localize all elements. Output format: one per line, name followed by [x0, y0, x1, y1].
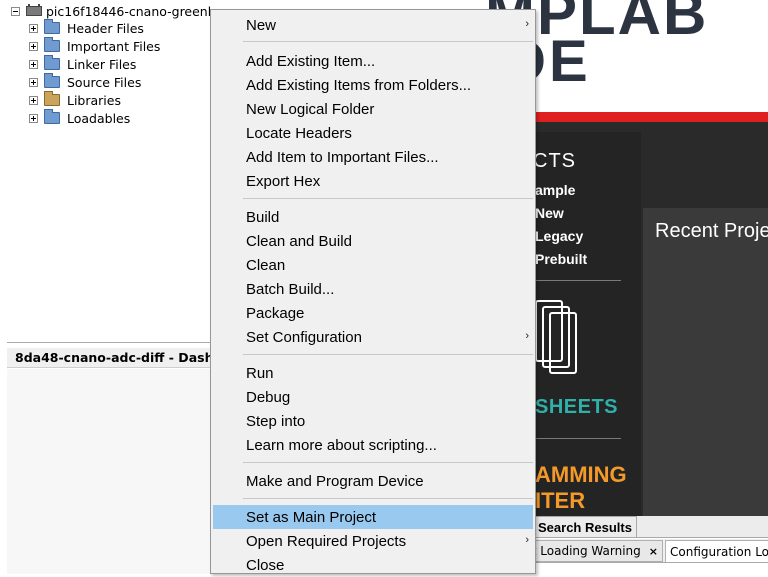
tab-strip	[637, 516, 768, 538]
side-divider	[535, 438, 621, 439]
menu-item-label: Locate Headers	[246, 124, 352, 142]
tree-item-header-files[interactable]: Header Files	[29, 19, 144, 37]
output-tab-strip: Project Loading Warning × Configuration …	[423, 539, 768, 563]
library-folder-icon	[44, 91, 60, 106]
menu-item-label: Close	[246, 556, 285, 574]
datasheets-icon	[535, 300, 579, 380]
tab-label: Configuration Loading	[670, 544, 768, 559]
menu-item-debug[interactable]: Debug	[213, 385, 533, 409]
tree-item-label: Linker Files	[67, 56, 137, 72]
expand-icon[interactable]	[29, 59, 38, 69]
menu-item-label: Step into	[246, 412, 306, 430]
folder-icon	[44, 37, 60, 52]
menu-item-new-logical-folder[interactable]: New Logical Folder	[213, 97, 533, 121]
link-legacy[interactable]: Legacy	[535, 228, 583, 244]
tree-item-libraries[interactable]: Libraries	[29, 91, 121, 109]
submenu-arrow-icon: ›	[525, 330, 529, 342]
project-context-menu: New › Add Existing Item... Add Existing …	[210, 9, 536, 574]
recent-projects-title: Recent Projects	[655, 220, 768, 242]
link-new[interactable]: New	[535, 205, 564, 221]
menu-item-locate-headers[interactable]: Locate Headers	[213, 121, 533, 145]
side-divider	[535, 280, 621, 281]
project-chip-icon	[26, 4, 42, 16]
menu-item-batch-build[interactable]: Batch Build...	[213, 277, 533, 301]
menu-item-new[interactable]: New ›	[213, 13, 533, 37]
folder-icon	[44, 19, 60, 34]
menu-item-package[interactable]: Package	[213, 301, 533, 325]
menu-item-label: Package	[246, 304, 305, 322]
menu-item-step-into[interactable]: Step into	[213, 409, 533, 433]
tree-item-label: Loadables	[67, 110, 131, 126]
menu-item-set-as-main-project[interactable]: Set as Main Project	[213, 505, 533, 529]
expand-icon[interactable]	[29, 41, 38, 51]
menu-item-add-item-to-important-files[interactable]: Add Item to Important Files...	[213, 145, 533, 169]
link-sample[interactable]: ample	[535, 182, 575, 198]
menu-item-label: Export Hex	[246, 172, 321, 190]
programming-center-line2[interactable]: ITER	[535, 488, 585, 514]
menu-item-label: Add Existing Items from Folders...	[246, 76, 472, 94]
menu-item-export-hex[interactable]: Export Hex	[213, 169, 533, 193]
tree-item-label: Header Files	[67, 20, 144, 36]
menu-item-label: Learn more about scripting...	[246, 436, 437, 454]
menu-item-set-configuration[interactable]: Set Configuration ›	[213, 325, 533, 349]
programming-center-line1[interactable]: AMMING	[535, 462, 627, 488]
tree-item-label: Source Files	[67, 74, 142, 90]
submenu-arrow-icon: ›	[525, 534, 529, 546]
menu-item-clean-and-build[interactable]: Clean and Build	[213, 229, 533, 253]
folder-icon	[44, 109, 60, 124]
expand-icon[interactable]	[29, 77, 38, 87]
menu-item-build[interactable]: Build	[213, 205, 533, 229]
menu-item-label: Set Configuration	[246, 328, 362, 346]
expand-icon[interactable]	[29, 23, 38, 33]
tree-item-linker-files[interactable]: Linker Files	[29, 55, 136, 73]
menu-item-label: Debug	[246, 388, 291, 406]
submenu-arrow-icon: ›	[525, 18, 529, 30]
menu-item-label: New Logical Folder	[246, 100, 375, 118]
close-icon[interactable]: ×	[649, 545, 658, 558]
menu-item-close[interactable]: Close	[213, 553, 533, 577]
expand-icon[interactable]	[29, 113, 38, 123]
menu-item-clean[interactable]: Clean	[213, 253, 533, 277]
tree-item-label: Libraries	[67, 92, 121, 108]
tab-configuration-loading[interactable]: Configuration Loading	[665, 540, 768, 562]
menu-separator	[243, 41, 533, 42]
tree-item-label: Important Files	[67, 38, 161, 54]
menu-item-label: New	[246, 16, 277, 34]
tree-item-source-files[interactable]: Source Files	[29, 73, 141, 91]
menu-item-learn-more-scripting[interactable]: Learn more about scripting...	[213, 433, 533, 457]
menu-item-label: Make and Program Device	[246, 472, 424, 490]
menu-separator	[243, 498, 533, 499]
menu-item-label: Add Item to Important Files...	[246, 148, 439, 166]
menu-item-label: Build	[246, 208, 280, 226]
menu-item-add-existing-items-from-folders[interactable]: Add Existing Items from Folders...	[213, 73, 533, 97]
menu-item-make-and-program-device[interactable]: Make and Program Device	[213, 469, 533, 493]
menu-item-label: Clean	[246, 256, 286, 274]
recent-projects-panel: Recent Projects	[643, 208, 768, 516]
tree-item-loadables[interactable]: Loadables	[29, 109, 130, 127]
collapse-icon[interactable]	[11, 6, 20, 16]
menu-item-run[interactable]: Run	[213, 361, 533, 385]
menu-item-label: Add Existing Item...	[246, 52, 376, 70]
projects-heading: CTS	[533, 150, 576, 172]
menu-item-label: Clean and Build	[246, 232, 352, 250]
menu-item-label: Run	[246, 364, 274, 382]
menu-item-label: Set as Main Project	[246, 508, 377, 526]
tree-item-important-files[interactable]: Important Files	[29, 37, 160, 55]
tab-search-results[interactable]: Search Results	[523, 516, 637, 538]
menu-separator	[243, 462, 533, 463]
folder-icon	[44, 73, 60, 88]
link-prebuilt[interactable]: Prebuilt	[535, 251, 587, 267]
output-body	[523, 563, 768, 574]
datasheets-link[interactable]: SHEETS	[535, 396, 618, 419]
folder-icon	[44, 55, 60, 70]
menu-item-label: Open Required Projects	[246, 532, 407, 550]
expand-icon[interactable]	[29, 95, 38, 105]
menu-item-label: Batch Build...	[246, 280, 335, 298]
menu-separator	[243, 354, 533, 355]
menu-separator	[243, 198, 533, 199]
menu-item-add-existing-item[interactable]: Add Existing Item...	[213, 49, 533, 73]
menu-item-open-required-projects[interactable]: Open Required Projects ›	[213, 529, 533, 553]
